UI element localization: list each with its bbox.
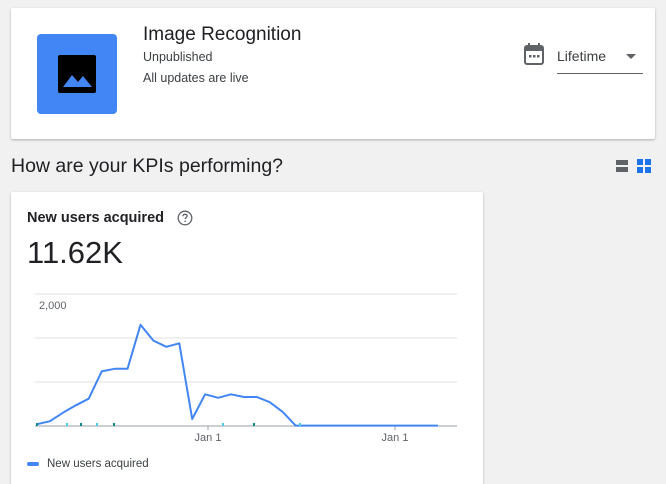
updates-status: All updates are live [143, 71, 249, 85]
date-range-select[interactable]: Lifetime [557, 40, 643, 74]
y-tick-label: 2,000 [39, 300, 67, 312]
legend-swatch [27, 462, 39, 466]
kpi-card-new-users: New users acquired 11.62K 2,000 Jan 1 Jan … [11, 192, 483, 484]
x-tick-label: Jan 1 [195, 432, 222, 444]
app-title: Image Recognition [143, 24, 302, 45]
dropdown-arrow-icon [626, 54, 636, 59]
app-header-card: Image Recognition Unpublished All update… [11, 8, 655, 139]
section-title: How are your KPIs performing? [11, 155, 284, 177]
calendar-icon [524, 43, 544, 65]
chart-legend: New users acquired [27, 458, 149, 470]
series-line-new-users [36, 323, 438, 427]
date-range-value: Lifetime [557, 48, 607, 64]
publish-status: Unpublished [143, 50, 213, 64]
list-view-icon[interactable] [616, 159, 628, 173]
x-tick-label: Jan 1 [382, 432, 409, 444]
app-icon [37, 34, 117, 114]
line-chart: 2,000 Jan 1 Jan 1 [35, 293, 457, 444]
legend-label: New users acquired [47, 458, 149, 470]
grid-view-icon[interactable] [637, 159, 651, 173]
image-icon [58, 55, 96, 93]
